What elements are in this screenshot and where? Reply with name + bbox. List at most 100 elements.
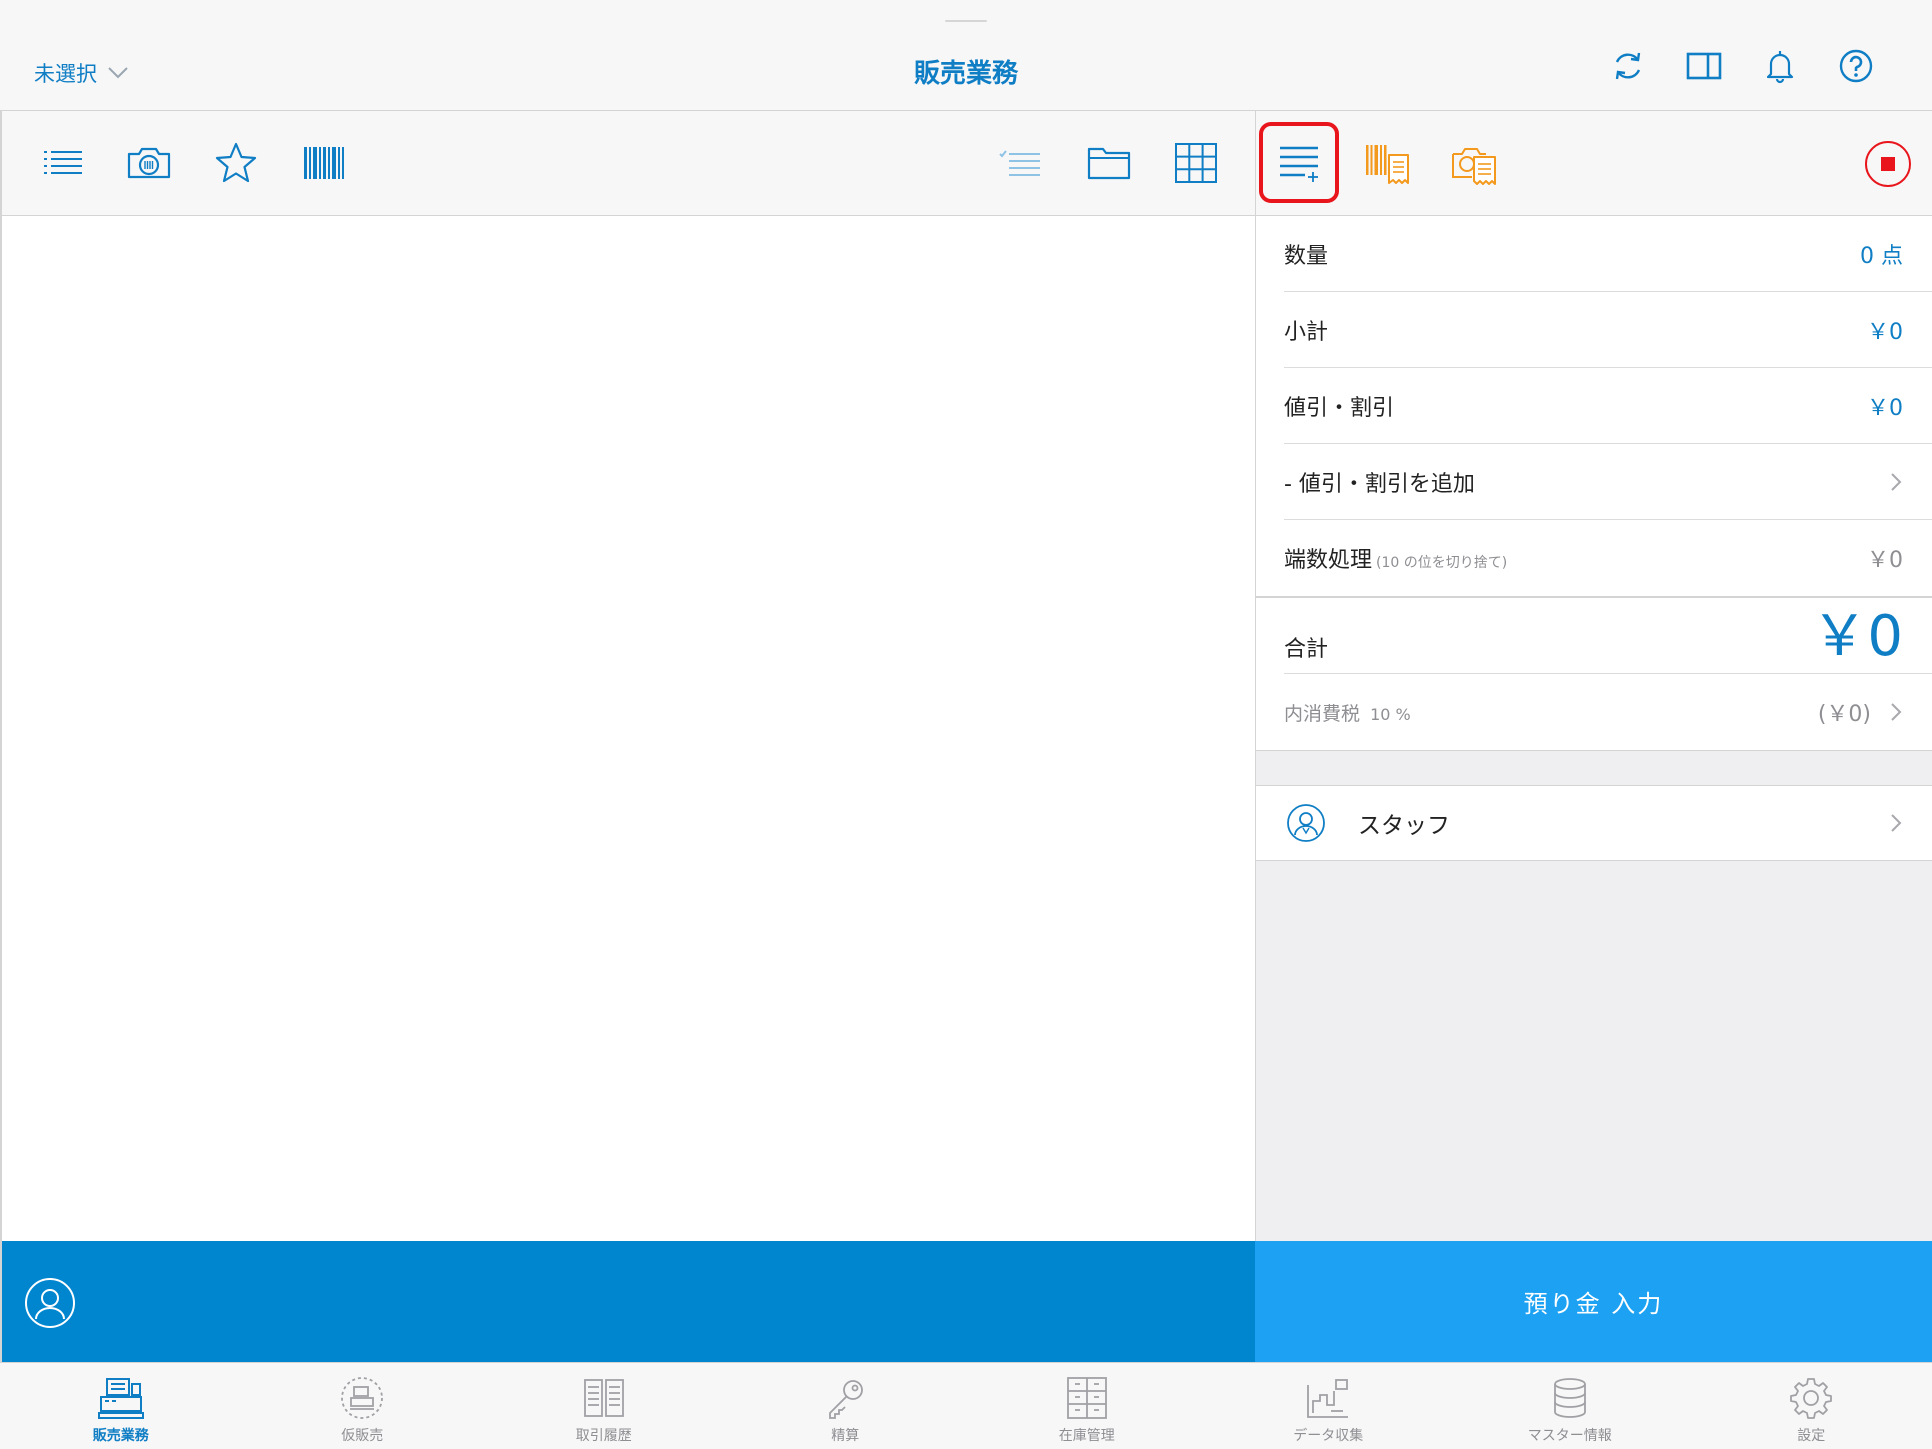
- staff-icon: [1287, 804, 1325, 842]
- inventory-icon: [1066, 1377, 1107, 1419]
- sync-icon: [1615, 52, 1641, 80]
- discount-value: ￥0: [1867, 395, 1903, 421]
- temp-sale-icon: [341, 1377, 384, 1419]
- tab-label: データ収集: [1293, 1428, 1364, 1444]
- folder-icon: [1087, 147, 1131, 180]
- tax-label: 内消費税 10 %: [1284, 699, 1411, 726]
- sync-button[interactable]: [1610, 48, 1646, 84]
- add-item-button[interactable]: [1273, 136, 1325, 190]
- deposit-input-label: 預り金 入力: [1523, 1290, 1664, 1318]
- list-icon: [44, 151, 82, 174]
- grid-icon: [1175, 143, 1217, 183]
- star-icon: [215, 142, 257, 183]
- camera-receipt-button[interactable]: [1448, 136, 1500, 190]
- split-view-icon: [1686, 52, 1722, 80]
- checklist-icon: [999, 150, 1040, 176]
- camera-receipt-icon: [1452, 148, 1496, 185]
- total-label: 合計: [1284, 637, 1329, 662]
- discount-row: 値引・割引 ￥0: [1284, 368, 1932, 444]
- tab-settlement[interactable]: 精算: [725, 1363, 967, 1449]
- tab-label: 販売業務: [92, 1428, 149, 1444]
- staff-row[interactable]: スタッフ: [1256, 785, 1932, 861]
- key-icon: [829, 1380, 864, 1419]
- chevron-right-icon: [1891, 472, 1902, 491]
- quantity-value: 0 点: [1860, 243, 1903, 269]
- camera-scan-button[interactable]: [124, 137, 174, 189]
- register-icon: [97, 1378, 144, 1419]
- list-view-button[interactable]: [38, 137, 88, 189]
- tax-title: 内消費税: [1284, 702, 1361, 725]
- rounding-note: (10 の位を切り捨て): [1376, 555, 1508, 571]
- tab-label: マスター情報: [1527, 1428, 1612, 1444]
- cart-toolbar: [1255, 111, 1932, 216]
- quantity-row: 数量 0 点: [1284, 216, 1932, 292]
- add-discount-row[interactable]: - 値引・割引を追加: [1284, 444, 1932, 520]
- deposit-input-button[interactable]: 預り金 入力: [1255, 1241, 1932, 1362]
- tab-label: 精算: [831, 1428, 860, 1444]
- tab-settings[interactable]: 設定: [1691, 1363, 1932, 1449]
- rounding-title: 端数処理: [1284, 548, 1373, 573]
- add-discount-label: - 値引・割引を追加: [1284, 471, 1475, 497]
- tab-label: 取引履歴: [575, 1428, 632, 1444]
- chevron-right-icon: [1891, 814, 1902, 832]
- store-selector[interactable]: 未選択: [34, 58, 129, 88]
- staff-label: スタッフ: [1358, 813, 1450, 839]
- rounding-label: 端数処理 (10 の位を切り捨て): [1284, 542, 1507, 574]
- nav-bar: 未選択 販売業務: [0, 0, 1932, 111]
- total-value: ￥0: [1811, 604, 1903, 669]
- cart-item-list[interactable]: [0, 216, 1255, 1241]
- folder-button[interactable]: [1084, 137, 1134, 189]
- grid-view-button[interactable]: [1171, 137, 1221, 189]
- store-selector-label: 未選択: [34, 62, 97, 86]
- bottom-tab-bar: 販売業務 仮販売 取引履歴 精算 在庫管理 データ収集 マスター情報 設定: [0, 1362, 1932, 1449]
- total-row: 合計 ￥0: [1284, 598, 1932, 674]
- tax-rate: 10 %: [1370, 704, 1411, 724]
- total-section: 合計 ￥0 内消費税 10 % (￥0): [1256, 596, 1932, 750]
- favorites-button[interactable]: [211, 137, 261, 189]
- summary-card: 数量 0 点 小計 ￥0 値引・割引 ￥0 - 値引・割引を追加 端数処理 (10…: [1256, 216, 1932, 751]
- tab-label: 仮販売: [341, 1428, 384, 1444]
- tab-data-collect[interactable]: データ収集: [1208, 1363, 1450, 1449]
- barcode-icon: [304, 147, 344, 179]
- chevron-right-icon: [1891, 703, 1902, 721]
- tab-temp-sale[interactable]: 仮販売: [242, 1363, 484, 1449]
- notification-button[interactable]: [1762, 48, 1798, 84]
- barcode-receipt-icon: [1366, 145, 1409, 184]
- page-title: 販売業務: [913, 59, 1018, 89]
- rounding-row: 端数処理 (10 の位を切り捨て) ￥0: [1284, 520, 1932, 596]
- window-grabber[interactable]: [945, 20, 987, 22]
- quantity-label: 数量: [1284, 243, 1329, 269]
- list-add-icon: [1280, 146, 1318, 182]
- help-button[interactable]: [1838, 48, 1874, 84]
- data-collect-icon: [1307, 1379, 1349, 1418]
- tab-inventory[interactable]: 在庫管理: [966, 1363, 1208, 1449]
- tab-label: 在庫管理: [1058, 1428, 1115, 1444]
- product-toolbar: [0, 111, 1255, 216]
- stop-button[interactable]: [1862, 137, 1914, 191]
- gear-icon: [1790, 1378, 1833, 1419]
- subtotal-value: ￥0: [1867, 319, 1903, 345]
- stop-icon: [1865, 141, 1911, 187]
- checklist-button[interactable]: [995, 137, 1045, 189]
- bell-icon: [1766, 51, 1794, 84]
- discount-label: 値引・割引: [1284, 395, 1395, 421]
- split-view-button[interactable]: [1686, 48, 1722, 84]
- summary-panel: 数量 0 点 小計 ￥0 値引・割引 ￥0 - 値引・割引を追加 端数処理 (10…: [1255, 216, 1932, 1241]
- help-icon: [1839, 49, 1873, 83]
- subtotal-label: 小計: [1284, 319, 1329, 345]
- tax-value: (￥0): [1817, 702, 1871, 727]
- barcode-receipt-button[interactable]: [1361, 136, 1413, 190]
- tab-sales[interactable]: 販売業務: [0, 1363, 242, 1449]
- tab-history[interactable]: 取引履歴: [483, 1363, 725, 1449]
- camera-barcode-icon: [127, 147, 171, 179]
- tax-row[interactable]: 内消費税 10 % (￥0): [1284, 674, 1932, 750]
- history-icon: [583, 1379, 624, 1417]
- tab-master-info[interactable]: マスター情報: [1449, 1363, 1691, 1449]
- rounding-value: ￥0: [1867, 548, 1903, 573]
- chevron-down-icon: [108, 67, 128, 79]
- barcode-button[interactable]: [298, 137, 348, 189]
- database-icon: [1553, 1378, 1586, 1418]
- customer-icon[interactable]: [24, 1277, 76, 1329]
- tab-label: 設定: [1797, 1428, 1826, 1444]
- customer-bar: [0, 1241, 1255, 1362]
